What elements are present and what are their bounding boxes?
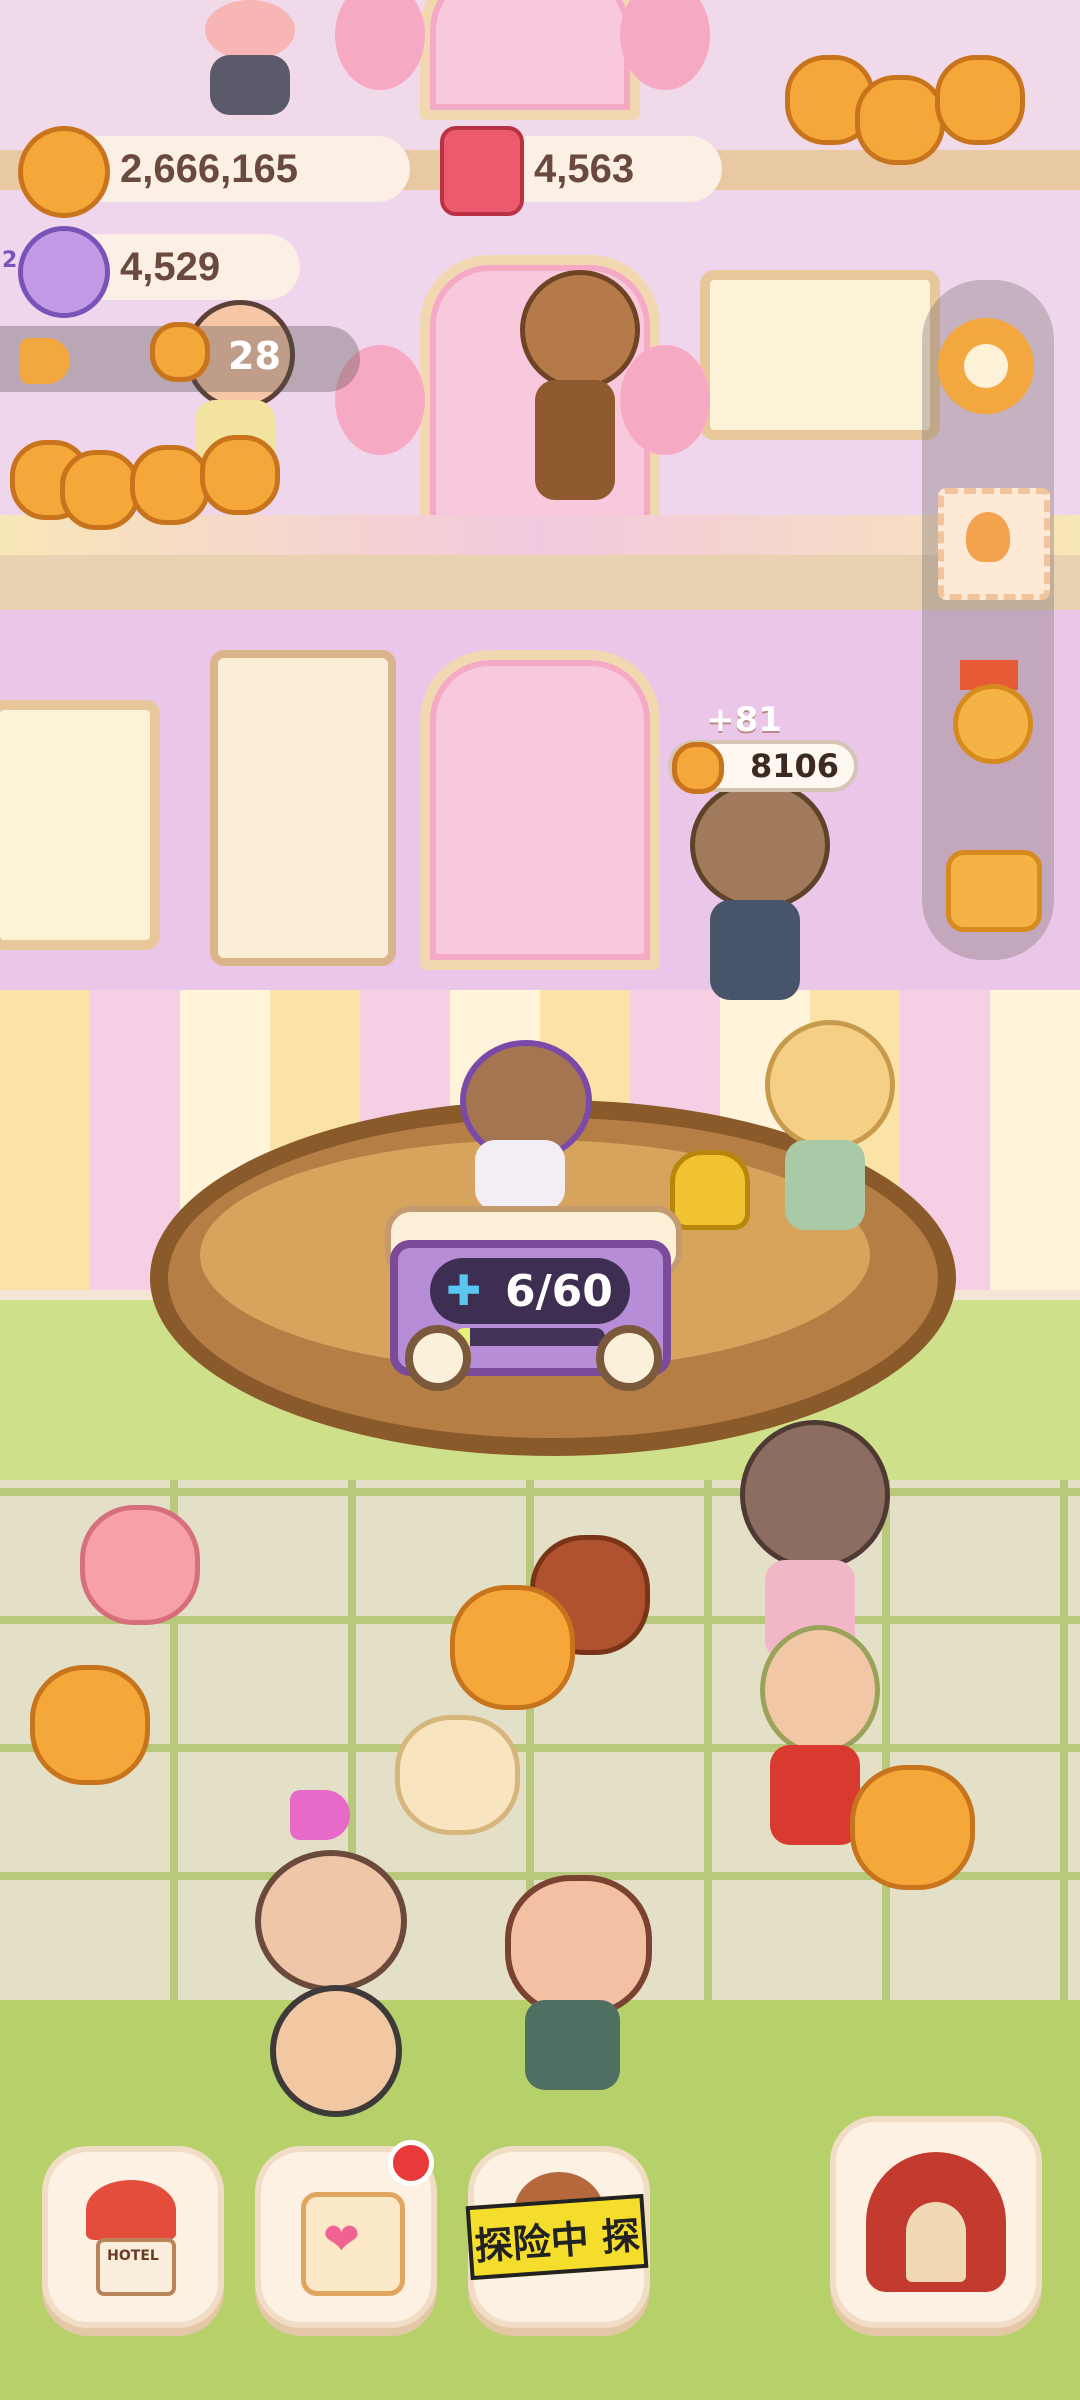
cookie-pile-icon — [935, 55, 1025, 145]
otter-body — [710, 900, 800, 1000]
candle-icon — [440, 126, 524, 216]
megaphone-icon[interactable] — [290, 1790, 350, 1840]
gem-count: 4,529 — [120, 244, 221, 289]
pink-cookie-customer[interactable] — [80, 1505, 200, 1625]
hoodie-body — [770, 1745, 860, 1845]
cookie-visitor-icon — [150, 322, 210, 382]
megaphone-icon[interactable] — [20, 338, 70, 384]
cookie-count: 2,666,165 — [120, 146, 298, 191]
cookie-customer[interactable] — [450, 1585, 575, 1710]
cookie-pile-icon — [60, 450, 140, 530]
gem-icon — [18, 226, 110, 318]
cart-wheel — [596, 1325, 662, 1391]
bag-shape — [946, 850, 1042, 932]
shop-door — [420, 650, 660, 970]
hoodie-head — [760, 1625, 880, 1755]
stamina-plus-icon[interactable]: ✚ — [446, 1268, 492, 1314]
exploring-tag: 探险中 探 — [465, 2193, 649, 2281]
curtain-window — [700, 270, 940, 440]
cookie-pile-icon — [200, 435, 280, 515]
girl-customer[interactable] — [255, 1850, 407, 1992]
hotel-button[interactable]: HOTEL — [42, 2146, 224, 2328]
candle-count: 4,563 — [534, 146, 635, 191]
cotton-candy-tree — [620, 345, 710, 455]
curtain-window — [0, 700, 160, 950]
cookie-pile-icon — [130, 445, 210, 525]
sunglasses-customer[interactable] — [395, 1715, 520, 1835]
blonde-head — [765, 1020, 895, 1150]
man-customer[interactable] — [270, 1985, 402, 2117]
monkey-character[interactable] — [520, 270, 640, 520]
cookie-customer[interactable] — [30, 1665, 150, 1785]
maid-shopkeeper[interactable] — [445, 1040, 595, 1220]
visitor-count: 28 — [228, 334, 281, 378]
bear-head — [740, 1420, 890, 1570]
backpack-icon[interactable] — [938, 830, 1042, 932]
hotel-house-icon — [96, 2238, 176, 2296]
shop-coin-value: 8106 — [750, 747, 840, 785]
maid-body — [475, 1140, 565, 1210]
glasses-customer[interactable] — [505, 1875, 652, 2017]
cookie-customer[interactable] — [850, 1765, 975, 1890]
medal-star — [953, 684, 1033, 764]
settings-gear-icon[interactable] — [938, 318, 1034, 414]
theater-stage-icon — [906, 2202, 966, 2282]
cart-wheel — [405, 1325, 471, 1391]
otter-head — [690, 780, 830, 910]
glasses-body — [525, 2000, 620, 2090]
gem-level: 2 — [2, 248, 18, 273]
stamina-bar — [455, 1328, 605, 1346]
stamina-count: 6/60 — [505, 1266, 613, 1317]
pig-character[interactable] — [195, 0, 305, 120]
pig-head — [205, 0, 295, 60]
heart-icon: ❤ — [323, 2214, 360, 2265]
wooden-beam — [0, 555, 1080, 610]
medal-icon[interactable] — [938, 660, 1038, 764]
hotel-label: HOTEL — [107, 2248, 159, 2264]
coin-cookie-icon — [672, 742, 724, 794]
blonde-customer[interactable] — [760, 1020, 895, 1240]
blonde-body — [785, 1140, 865, 1230]
stamp-card-icon[interactable] — [938, 488, 1050, 600]
notification-badge — [388, 2140, 434, 2186]
otter-customer[interactable] — [680, 780, 830, 1020]
cookie-pile-icon — [855, 75, 945, 165]
monkey-body — [535, 380, 615, 500]
pudding-item[interactable] — [670, 1150, 750, 1230]
pig-body — [210, 55, 290, 115]
bookshelf — [210, 650, 396, 966]
top-door — [420, 0, 640, 120]
hotel-roof-icon — [86, 2180, 176, 2240]
stamp-face — [966, 512, 1010, 562]
income-popup: +81 — [706, 700, 782, 740]
cookie-currency-icon — [18, 126, 110, 218]
monkey-head — [520, 270, 640, 390]
theater-button[interactable] — [830, 2116, 1042, 2328]
